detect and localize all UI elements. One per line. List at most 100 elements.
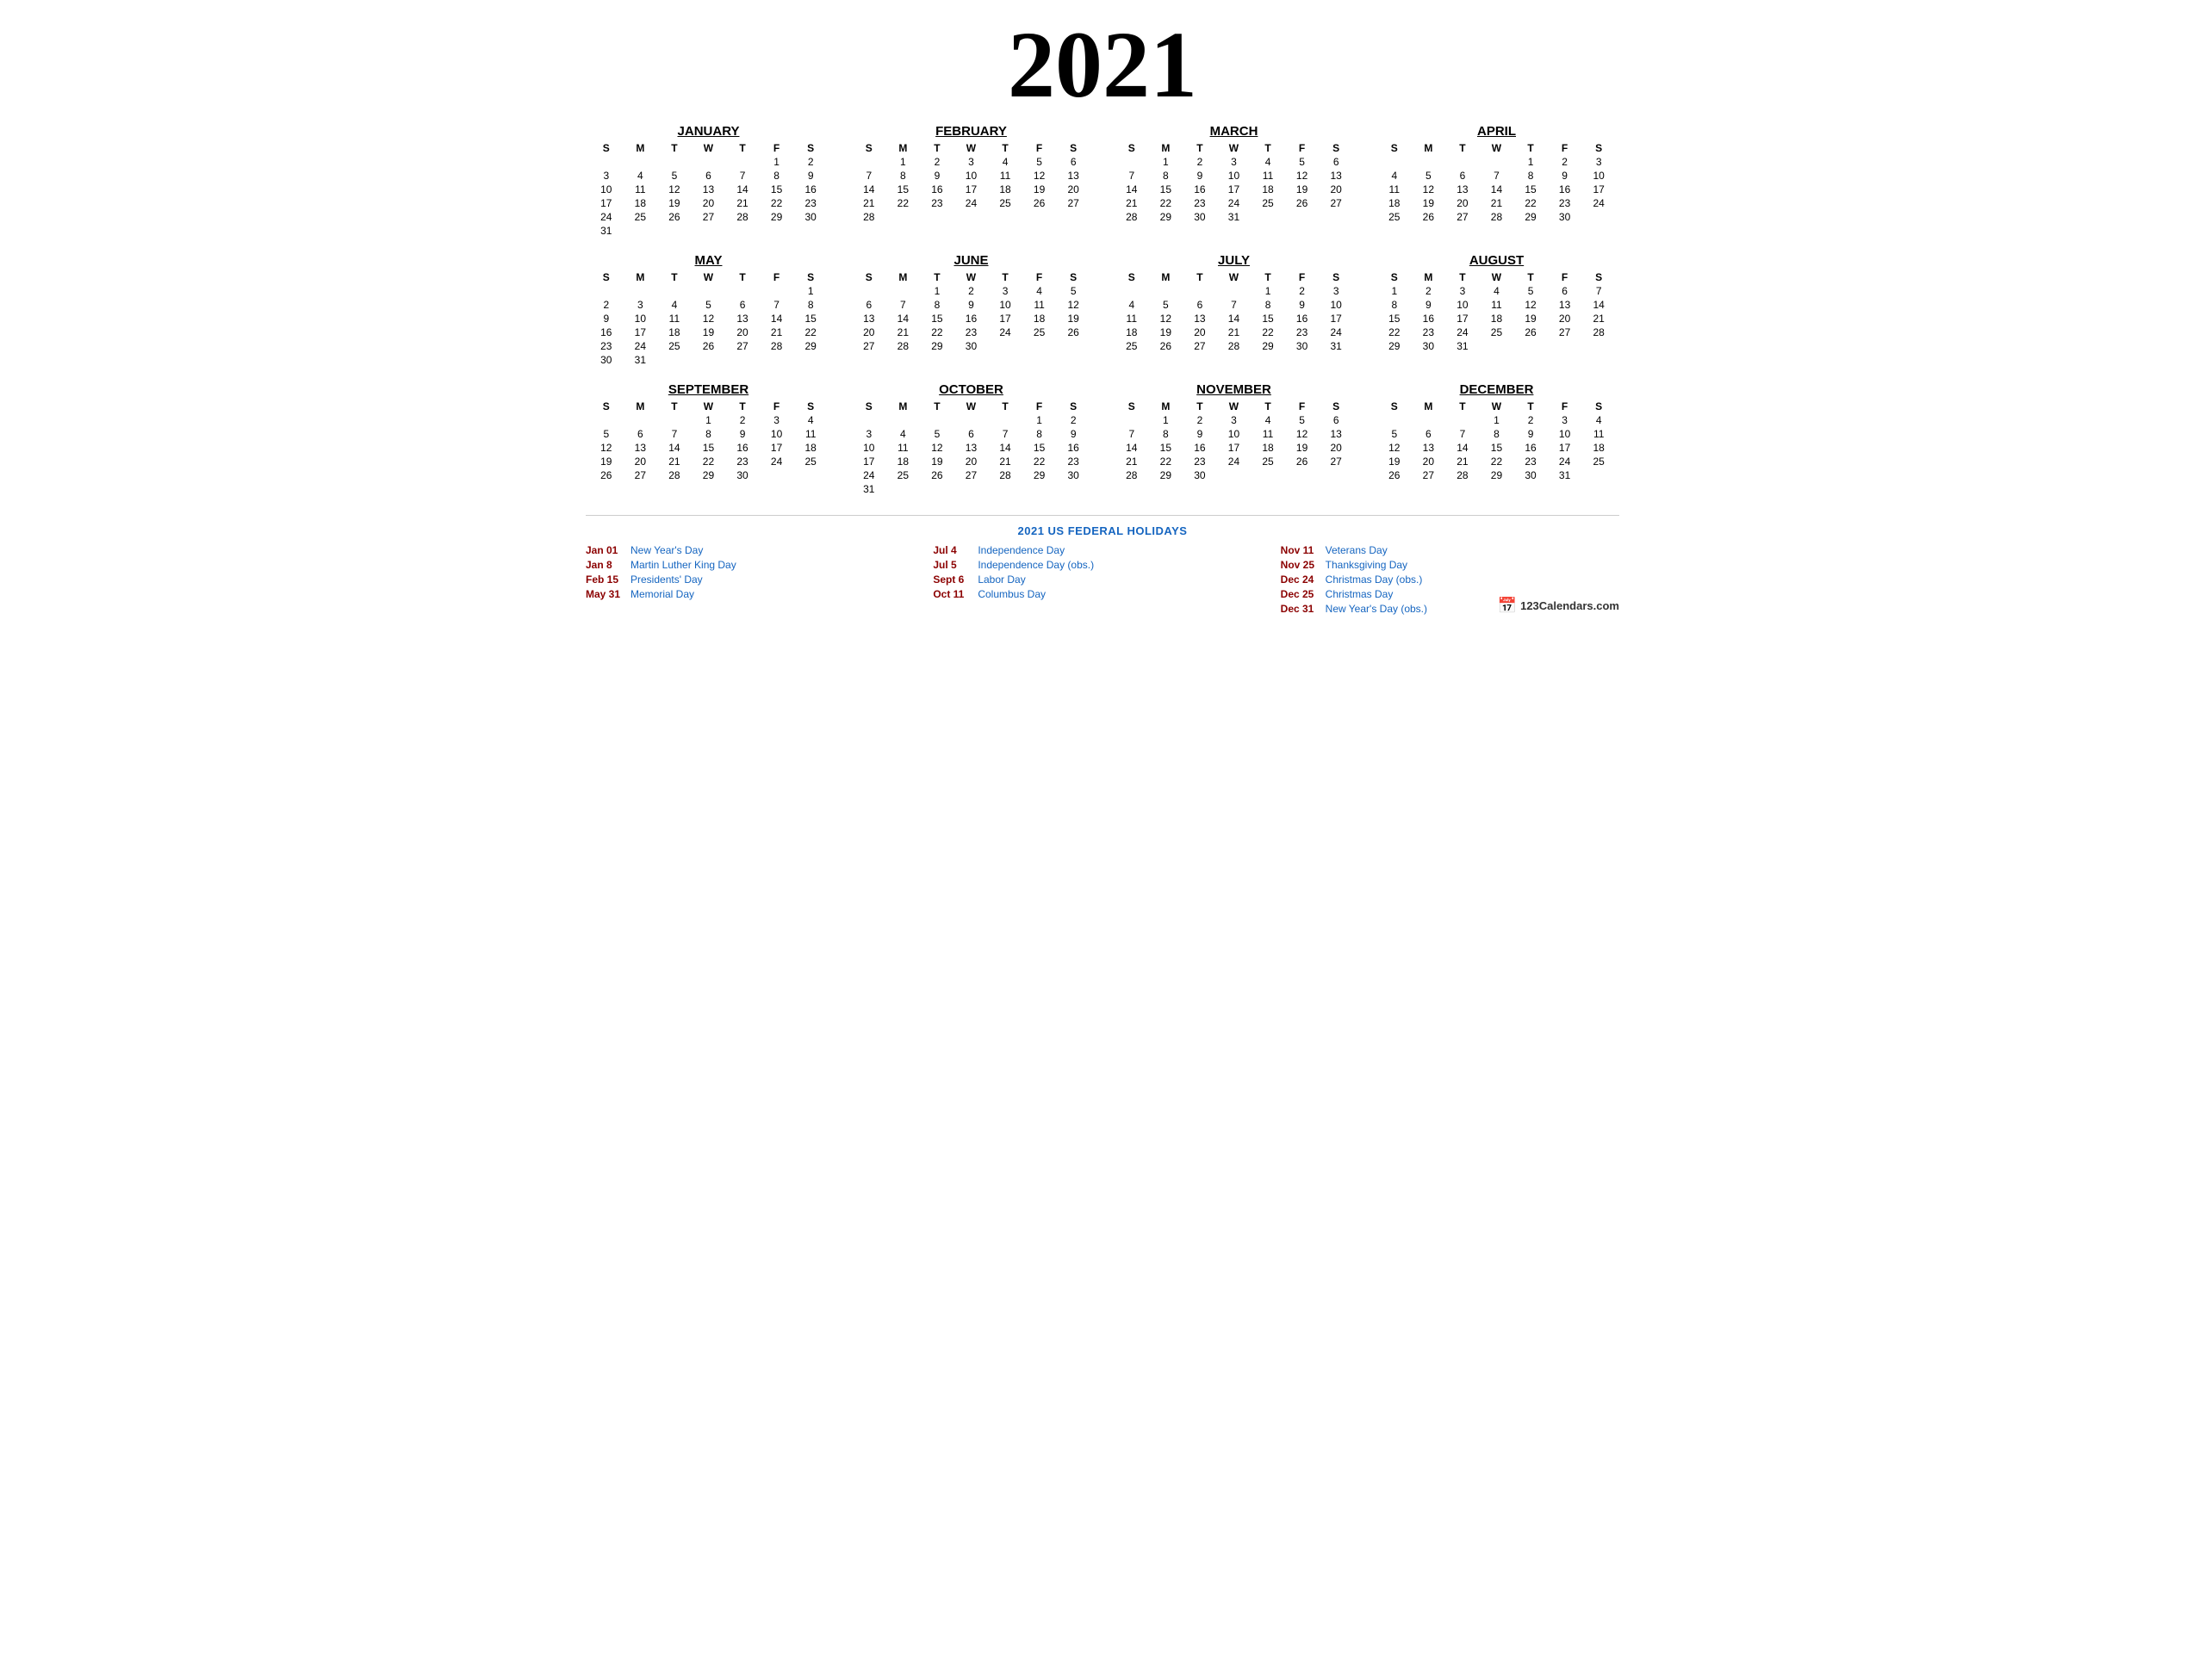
month-name: OCTOBER — [852, 382, 1090, 397]
month-name: JANUARY — [589, 124, 828, 139]
month-june: JUNESMTWTFS12345678910111213141516171819… — [848, 250, 1094, 370]
calendar-day: 9 — [1183, 427, 1217, 441]
month-name: DECEMBER — [1377, 382, 1616, 397]
holiday-name: Christmas Day — [1326, 588, 1394, 600]
calendar-day: 27 — [1183, 339, 1217, 353]
calendar-day: 8 — [760, 169, 794, 183]
calendar-day: 15 — [1513, 183, 1548, 196]
calendar-day: 11 — [1251, 169, 1285, 183]
calendar-grid: JANUARYSMTWTFS12345678910111213141516171… — [586, 121, 1619, 499]
calendar-day: 16 — [589, 325, 624, 339]
calendar-day: 24 — [760, 455, 794, 468]
calendar-day: 30 — [1513, 468, 1548, 482]
month-march: MARCHSMTWTFS1234567891011121314151617181… — [1111, 121, 1357, 241]
calendar-day: 21 — [760, 325, 794, 339]
day-header: W — [1217, 270, 1252, 284]
month-april: APRILSMTWTFS1234567891011121314151617181… — [1374, 121, 1619, 241]
calendar-day — [1149, 284, 1183, 298]
calendar-day: 19 — [1149, 325, 1183, 339]
calendar-day: 5 — [1377, 427, 1412, 441]
calendar-day: 15 — [1022, 441, 1057, 455]
holiday-col-3: Nov 11Veterans DayNov 25Thanksgiving Day… — [1281, 544, 1619, 615]
calendar-day: 14 — [1581, 298, 1616, 312]
calendar-day: 24 — [624, 339, 658, 353]
day-header: F — [760, 400, 794, 413]
holiday-row: Jan 8Martin Luther King Day — [586, 559, 924, 571]
calendar-day: 26 — [1056, 325, 1090, 339]
calendar-day: 2 — [1183, 413, 1217, 427]
calendar-day: 1 — [1480, 413, 1514, 427]
holiday-row: Jul 5Independence Day (obs.) — [933, 559, 1271, 571]
holiday-row: Dec 24Christmas Day (obs.) — [1281, 573, 1619, 586]
calendar-day: 12 — [920, 441, 954, 455]
calendar-day: 18 — [657, 325, 692, 339]
holiday-date: Dec 25 — [1281, 588, 1319, 600]
calendar-day: 27 — [1319, 455, 1353, 468]
calendar-day: 13 — [692, 183, 726, 196]
calendar-day: 5 — [1513, 284, 1548, 298]
day-header: W — [1217, 141, 1252, 155]
calendar-day: 10 — [589, 183, 624, 196]
calendar-day: 5 — [692, 298, 726, 312]
calendar-day: 29 — [1149, 468, 1183, 482]
calendar-day — [1022, 339, 1057, 353]
calendar-day: 19 — [1412, 196, 1446, 210]
day-header: M — [624, 141, 658, 155]
calendar-day: 3 — [1581, 155, 1616, 169]
calendar-day: 10 — [954, 169, 989, 183]
calendar-day: 6 — [1548, 284, 1582, 298]
day-header: T — [1513, 400, 1548, 413]
day-header: W — [1217, 400, 1252, 413]
calendar-day — [1183, 284, 1217, 298]
calendar-day: 9 — [1056, 427, 1090, 441]
calendar-day: 13 — [1319, 169, 1353, 183]
calendar-day — [589, 155, 624, 169]
calendar-day — [793, 468, 828, 482]
calendar-day: 10 — [624, 312, 658, 325]
calendar-day: 26 — [1285, 455, 1320, 468]
month-name: JUNE — [852, 253, 1090, 268]
calendar-day: 23 — [920, 196, 954, 210]
calendar-day — [920, 482, 954, 496]
calendar-day — [1056, 482, 1090, 496]
calendar-day: 3 — [1548, 413, 1582, 427]
calendar-day: 14 — [1217, 312, 1252, 325]
holidays-grid: Jan 01New Year's DayJan 8Martin Luther K… — [586, 544, 1619, 615]
calendar-day: 16 — [1183, 183, 1217, 196]
calendar-day: 1 — [1022, 413, 1057, 427]
calendar-day: 28 — [988, 468, 1022, 482]
calendar-day — [1056, 339, 1090, 353]
holidays-title: 2021 US FEDERAL HOLIDAYS — [586, 524, 1619, 537]
calendar-day: 24 — [988, 325, 1022, 339]
month-name: MAY — [589, 253, 828, 268]
calendar-day: 15 — [1149, 183, 1183, 196]
calendar-day: 28 — [760, 339, 794, 353]
holiday-row: May 31Memorial Day — [586, 588, 924, 600]
calendar-day: 9 — [1513, 427, 1548, 441]
calendar-day: 21 — [886, 325, 921, 339]
calendar-day: 28 — [852, 210, 886, 224]
calendar-day: 4 — [1251, 155, 1285, 169]
day-header: T — [920, 270, 954, 284]
calendar-day: 20 — [692, 196, 726, 210]
calendar-day: 15 — [1149, 441, 1183, 455]
holiday-row: Nov 25Thanksgiving Day — [1281, 559, 1619, 571]
calendar-day: 5 — [589, 427, 624, 441]
calendar-day: 11 — [1115, 312, 1149, 325]
calendar-day: 4 — [886, 427, 921, 441]
calendar-day: 19 — [692, 325, 726, 339]
day-header: W — [692, 141, 726, 155]
calendar-day — [852, 155, 886, 169]
calendar-day: 17 — [1319, 312, 1353, 325]
calendar-day — [1115, 284, 1149, 298]
calendar-day — [1412, 413, 1446, 427]
day-header: S — [852, 141, 886, 155]
calendar-day: 22 — [920, 325, 954, 339]
calendar-day: 7 — [852, 169, 886, 183]
calendar-day: 8 — [1251, 298, 1285, 312]
calendar-day: 2 — [1412, 284, 1446, 298]
day-header: F — [1285, 400, 1320, 413]
calendar-day: 23 — [1183, 455, 1217, 468]
calendar-day: 19 — [1513, 312, 1548, 325]
calendar-day: 10 — [1217, 169, 1252, 183]
